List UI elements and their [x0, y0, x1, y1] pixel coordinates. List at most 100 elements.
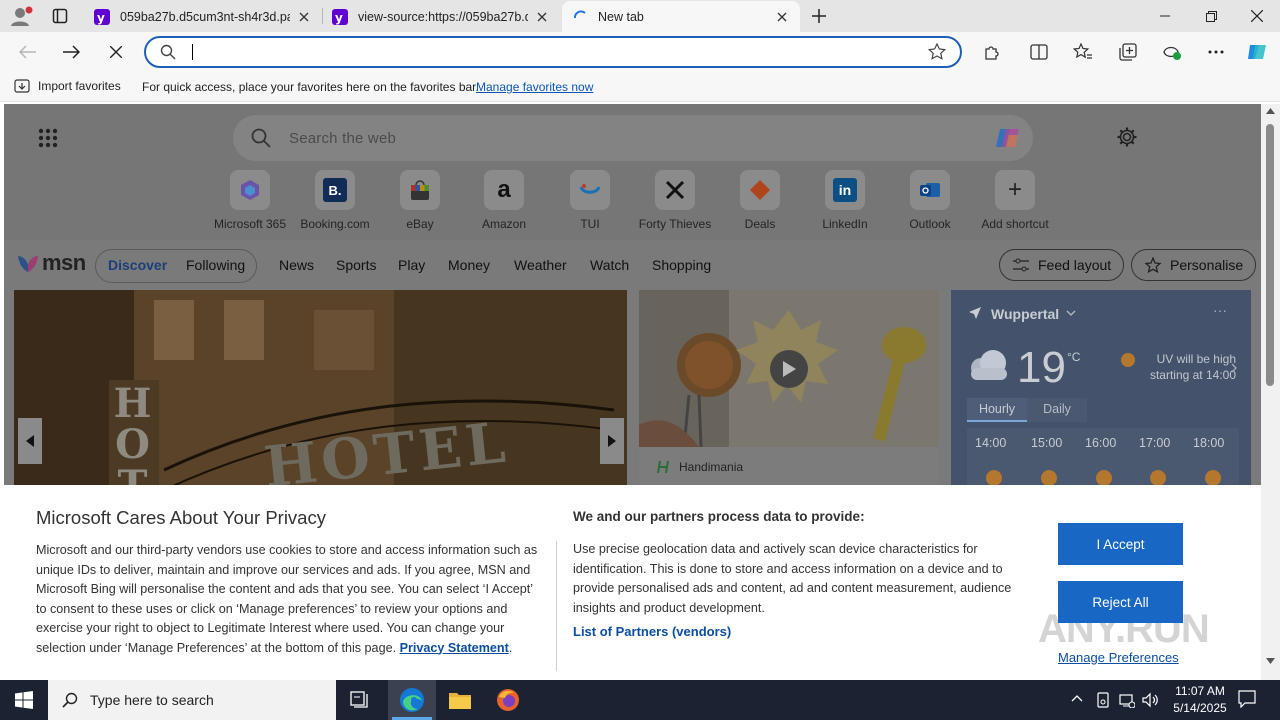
copilot-icon[interactable] [1244, 40, 1270, 64]
browser-essentials-icon[interactable] [1159, 40, 1185, 64]
personalise-button[interactable]: Personalise [1131, 249, 1257, 281]
close-tab-icon[interactable] [774, 9, 790, 25]
tab-title: 059ba27b.d5cum3nt-sh4r3d.pag [120, 9, 290, 24]
windows-start-icon[interactable] [0, 680, 48, 720]
settings-gear-icon[interactable] [1116, 126, 1138, 148]
new-tab-plus-icon[interactable] [808, 6, 830, 26]
nav-discover[interactable]: Discover [108, 257, 167, 273]
tab-phishing-page[interactable]: y 059ba27b.d5cum3nt-sh4r3d.pag [84, 1, 322, 32]
minimize-icon[interactable] [1142, 0, 1188, 32]
shortcut-microsoft-365[interactable]: Microsoft 365 [207, 170, 293, 231]
shortcut-label: Microsoft 365 [213, 217, 287, 231]
tab-new-tab[interactable]: New tab [562, 1, 800, 32]
restore-icon[interactable] [1188, 0, 1234, 32]
partners-list-link[interactable]: List of Partners (vendors) [573, 624, 731, 639]
forward-arrow-icon[interactable] [58, 40, 84, 64]
reject-all-button[interactable]: Reject All [1058, 581, 1183, 623]
nav-shopping[interactable]: Shopping [652, 257, 711, 273]
shortcut-label: eBay [406, 217, 434, 231]
scroll-up-arrow-icon[interactable] [1266, 108, 1275, 114]
app-launcher-icon[interactable] [38, 128, 58, 148]
notifications-icon[interactable] [1238, 690, 1256, 708]
file-explorer-icon[interactable] [436, 680, 484, 720]
address-bar[interactable] [144, 36, 962, 68]
extensions-icon[interactable] [978, 40, 1004, 64]
feed-layout-label: Feed layout [1038, 257, 1112, 273]
booking-icon: B. [315, 170, 355, 210]
scrollbar-thumb[interactable] [1266, 124, 1274, 386]
weather-tab-daily[interactable]: Daily [1027, 398, 1087, 422]
amazon-glyph: a [497, 176, 511, 203]
add-favorite-star-icon[interactable] [928, 43, 946, 61]
shortcut-deals[interactable]: Deals [717, 170, 803, 231]
shortcut-linkedin[interactable]: in LinkedIn [802, 170, 888, 231]
weather-tab-hourly[interactable]: Hourly [967, 398, 1027, 422]
nav-news[interactable]: News [279, 257, 314, 273]
hero-news-card[interactable]: HOT HOTEL [14, 290, 627, 490]
nav-watch[interactable]: Watch [590, 257, 629, 273]
network-icon[interactable] [1119, 692, 1135, 708]
play-video-icon[interactable] [770, 350, 808, 388]
feed-layout-button[interactable]: Feed layout [999, 249, 1125, 281]
web-search-placeholder: Search the web [289, 129, 397, 147]
profile-avatar-icon[interactable] [6, 4, 36, 28]
copilot-search-icon[interactable] [993, 123, 1023, 153]
video-card[interactable]: Handimania [639, 290, 939, 490]
yahoo-favicon-icon: y [94, 8, 110, 25]
taskbar-search-placeholder: Type here to search [90, 692, 214, 708]
favorites-icon[interactable] [1070, 40, 1096, 64]
close-tab-icon[interactable] [296, 9, 312, 25]
stop-loading-icon[interactable] [103, 40, 129, 64]
edge-taskbar-icon[interactable] [388, 680, 436, 720]
more-menu-icon[interactable] [1203, 40, 1229, 64]
carousel-next-icon[interactable] [600, 418, 624, 464]
data-processing-heading: We and our partners process data to prov… [573, 509, 865, 524]
tab-actions-icon[interactable] [46, 6, 74, 26]
import-favorites-button[interactable]: Import favorites [14, 79, 121, 93]
shortcut-forty-thieves[interactable]: Forty Thieves [632, 170, 718, 231]
scroll-down-arrow-icon[interactable] [1266, 658, 1275, 664]
weather-card[interactable]: Wuppertal ··· 19 °C UV will be high star… [951, 290, 1251, 490]
nav-sports[interactable]: Sports [336, 257, 376, 273]
shortcut-label: Booking.com [300, 217, 370, 231]
shortcut-ebay[interactable]: eBay [377, 170, 463, 231]
nav-weather[interactable]: Weather [514, 257, 567, 273]
collections-icon[interactable] [1115, 40, 1141, 64]
firefox-icon[interactable] [484, 680, 532, 720]
shortcut-outlook[interactable]: Outlook [887, 170, 973, 231]
shortcut-booking[interactable]: B. Booking.com [292, 170, 378, 231]
split-screen-icon[interactable] [1026, 40, 1052, 64]
nav-following[interactable]: Following [186, 257, 245, 273]
show-hidden-icons-chevron-icon[interactable] [1071, 694, 1083, 702]
shortcut-add[interactable]: + Add shortcut [972, 170, 1058, 231]
shortcut-amazon[interactable]: a Amazon [461, 170, 547, 231]
tab-view-source[interactable]: y view-source:https://059ba27b.d5 [322, 1, 560, 32]
carousel-prev-icon[interactable] [18, 418, 42, 464]
weather-more-icon[interactable]: ··· [1213, 302, 1227, 318]
manage-favorites-link[interactable]: Manage favorites now [476, 80, 593, 94]
forecast-hour: 15:00 [1031, 436, 1063, 450]
task-view-icon[interactable] [336, 680, 384, 720]
chevron-down-icon[interactable] [1066, 310, 1076, 316]
privacy-statement-link[interactable]: Privacy Statement [400, 641, 509, 655]
accept-cookies-button[interactable]: I Accept [1058, 523, 1183, 565]
nav-money[interactable]: Money [448, 257, 490, 273]
close-tab-icon[interactable] [534, 9, 550, 25]
close-window-icon[interactable] [1234, 0, 1280, 32]
back-arrow-icon[interactable] [15, 40, 41, 64]
manage-preferences-link[interactable]: Manage Preferences [1058, 650, 1179, 665]
sun-icon [986, 470, 1002, 486]
weather-city[interactable]: Wuppertal [991, 306, 1059, 322]
page-scrollbar[interactable] [1261, 104, 1280, 680]
handimania-logo-icon [657, 460, 669, 474]
shortcut-tui[interactable]: TUI [547, 170, 633, 231]
chevron-right-icon[interactable] [1231, 363, 1237, 373]
taskbar-search-box[interactable]: Type here to search [48, 680, 336, 720]
nav-play[interactable]: Play [398, 257, 425, 273]
volume-icon[interactable] [1142, 692, 1158, 708]
network-drive-icon[interactable] [1096, 692, 1110, 708]
taskbar-clock[interactable]: 11:07 AM 5/14/2025 [1162, 683, 1238, 717]
web-search-box[interactable]: Search the web [233, 115, 1033, 161]
msn-logo[interactable]: msn [16, 250, 86, 276]
amazon-icon: a [484, 170, 524, 210]
